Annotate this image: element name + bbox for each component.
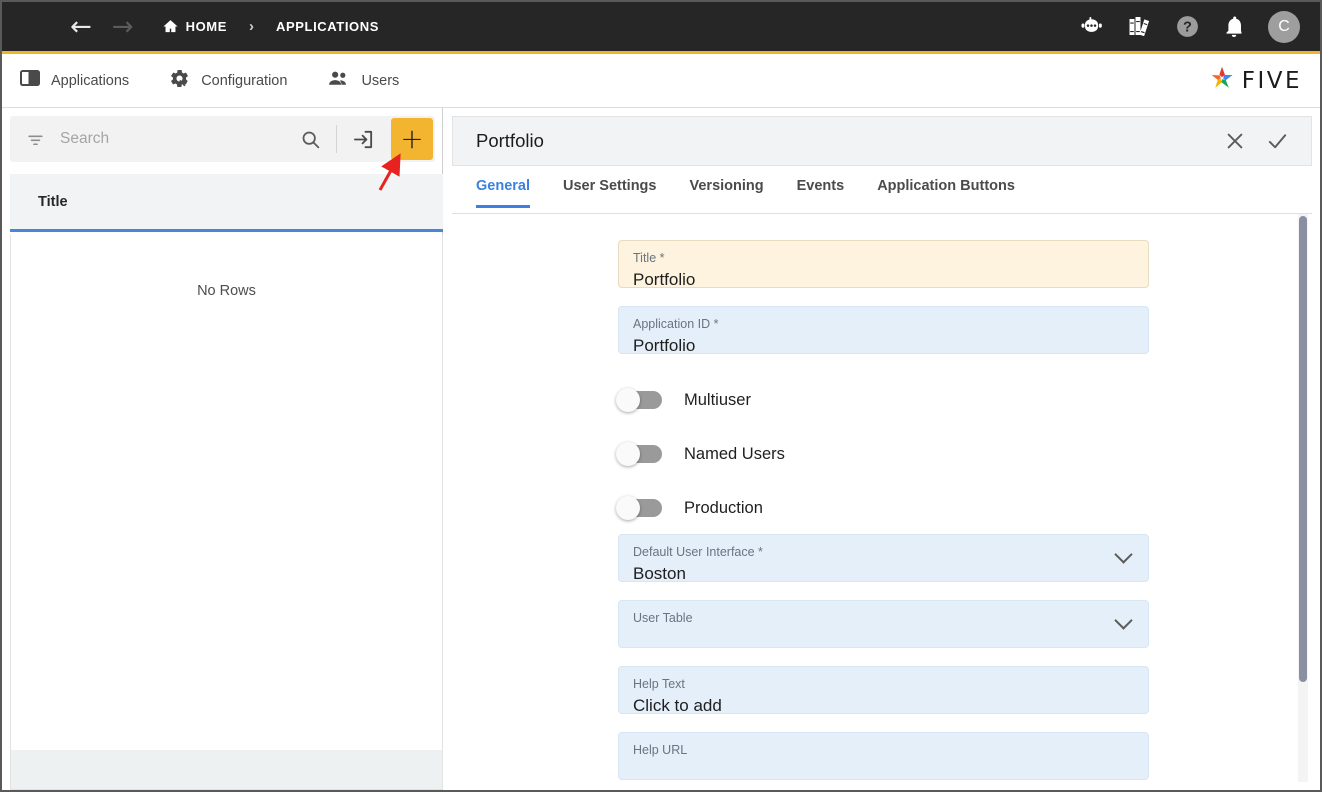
applications-panel-icon [20, 68, 40, 93]
toggle-multiuser-row: Multiuser [616, 386, 751, 414]
toggle-knob [616, 388, 640, 412]
field-help-url[interactable]: Help URL [618, 732, 1149, 780]
module-tab-bar: Applications Configuration Users FIVE [2, 54, 1320, 108]
notifications-bell-icon[interactable] [1222, 15, 1246, 39]
tab-users-label: Users [361, 72, 400, 89]
arrow-forward-icon[interactable]: → [112, 14, 134, 40]
form-scrollbar-thumb[interactable] [1299, 216, 1307, 682]
search-icon[interactable] [294, 129, 327, 150]
tab-application-buttons[interactable]: Application Buttons [877, 170, 1015, 207]
field-title[interactable]: Title * Portfolio [618, 240, 1149, 289]
toggle-production-label: Production [684, 498, 763, 517]
import-icon[interactable] [346, 128, 381, 151]
field-help-url-label: Help URL [633, 743, 688, 757]
arrow-back-icon[interactable]: ← [70, 14, 92, 40]
five-pinwheel-icon [1207, 63, 1237, 98]
search-bar: + [10, 116, 435, 162]
toggle-knob [616, 496, 640, 520]
toggle-production[interactable] [616, 496, 662, 520]
toggle-named-users-label: Named Users [684, 444, 785, 463]
close-icon[interactable] [1224, 130, 1246, 152]
toggle-multiuser-label: Multiuser [684, 390, 751, 409]
top-navigation-bar: ← → HOME › APPLICATIONS ? C [2, 2, 1320, 54]
column-header-title[interactable]: Title [38, 194, 68, 210]
empty-state-message: No Rows [197, 283, 256, 299]
detail-header: Portfolio [452, 116, 1312, 166]
robot-assistant-icon[interactable] [1079, 14, 1105, 40]
help-icon[interactable]: ? [1175, 14, 1200, 39]
five-logo-text: FIVE [1241, 67, 1302, 94]
applications-list-panel: + Title No Rows [2, 108, 443, 790]
divider [336, 125, 337, 153]
home-icon[interactable] [162, 18, 179, 35]
toggle-multiuser[interactable] [616, 388, 662, 412]
form-scrollbar[interactable] [1298, 214, 1308, 782]
avatar[interactable]: C [1268, 10, 1300, 43]
breadcrumb-item-applications[interactable]: APPLICATIONS [276, 19, 379, 34]
detail-tabs: General User Settings Versioning Events … [452, 170, 1312, 214]
toggle-named-users[interactable] [616, 442, 662, 466]
application-window: ← → HOME › APPLICATIONS ? C Applications… [0, 0, 1322, 792]
list-column-header: Title [10, 174, 443, 232]
plus-icon: + [400, 122, 424, 155]
users-group-icon [327, 67, 350, 95]
tab-configuration[interactable]: Configuration [149, 54, 307, 108]
gear-settings-icon [169, 68, 190, 94]
search-input[interactable] [60, 130, 294, 148]
tab-general[interactable]: General [476, 170, 530, 208]
filter-icon[interactable] [26, 130, 45, 149]
hamburger-menu-icon[interactable] [26, 19, 48, 35]
toggle-knob [616, 442, 640, 466]
tab-applications[interactable]: Applications [2, 54, 149, 108]
field-default-user-interface[interactable]: Default User Interface * Boston [618, 534, 1149, 583]
field-application-id[interactable]: Application ID * Portfolio [618, 306, 1149, 355]
field-application-id-value: Portfolio [633, 336, 696, 355]
chevron-right-icon: › [249, 18, 254, 35]
toggle-production-row: Production [616, 494, 763, 522]
field-title-label: Title * [633, 251, 665, 265]
tab-events[interactable]: Events [797, 170, 845, 207]
field-help-text-label: Help Text [633, 677, 685, 691]
topbar-actions: ? C [1079, 10, 1320, 43]
field-user-table-label: User Table [633, 611, 693, 625]
add-button[interactable]: + [391, 118, 433, 160]
tab-user-settings[interactable]: User Settings [563, 170, 656, 207]
field-help-text[interactable]: Help Text Click to add [618, 666, 1149, 715]
field-default-user-interface-label: Default User Interface * [633, 545, 763, 559]
page-title: Portfolio [476, 130, 544, 151]
field-application-id-label: Application ID * [633, 317, 719, 331]
field-help-text-value: Click to add [633, 696, 722, 715]
general-form: Title * Portfolio Application ID * Portf… [452, 214, 1312, 782]
five-logo: FIVE [1207, 63, 1302, 98]
breadcrumb-item-home[interactable]: HOME [186, 19, 227, 34]
field-default-user-interface-value: Boston [633, 564, 686, 583]
tab-users[interactable]: Users [307, 54, 419, 108]
detail-header-actions [1224, 130, 1311, 153]
library-books-icon[interactable] [1127, 14, 1153, 40]
tab-versioning[interactable]: Versioning [689, 170, 763, 207]
detail-panel: Portfolio General User Settings Versioni… [444, 108, 1320, 790]
tab-applications-label: Applications [51, 72, 130, 89]
list-footer [10, 750, 443, 790]
field-title-value: Portfolio [633, 270, 696, 289]
list-body: No Rows [10, 235, 443, 750]
tab-configuration-label: Configuration [201, 72, 288, 89]
breadcrumb: HOME › APPLICATIONS [162, 18, 379, 35]
check-icon[interactable] [1266, 130, 1289, 153]
toggle-named-users-row: Named Users [616, 440, 785, 468]
field-user-table[interactable]: User Table [618, 600, 1149, 648]
svg-text:?: ? [1183, 20, 1192, 36]
